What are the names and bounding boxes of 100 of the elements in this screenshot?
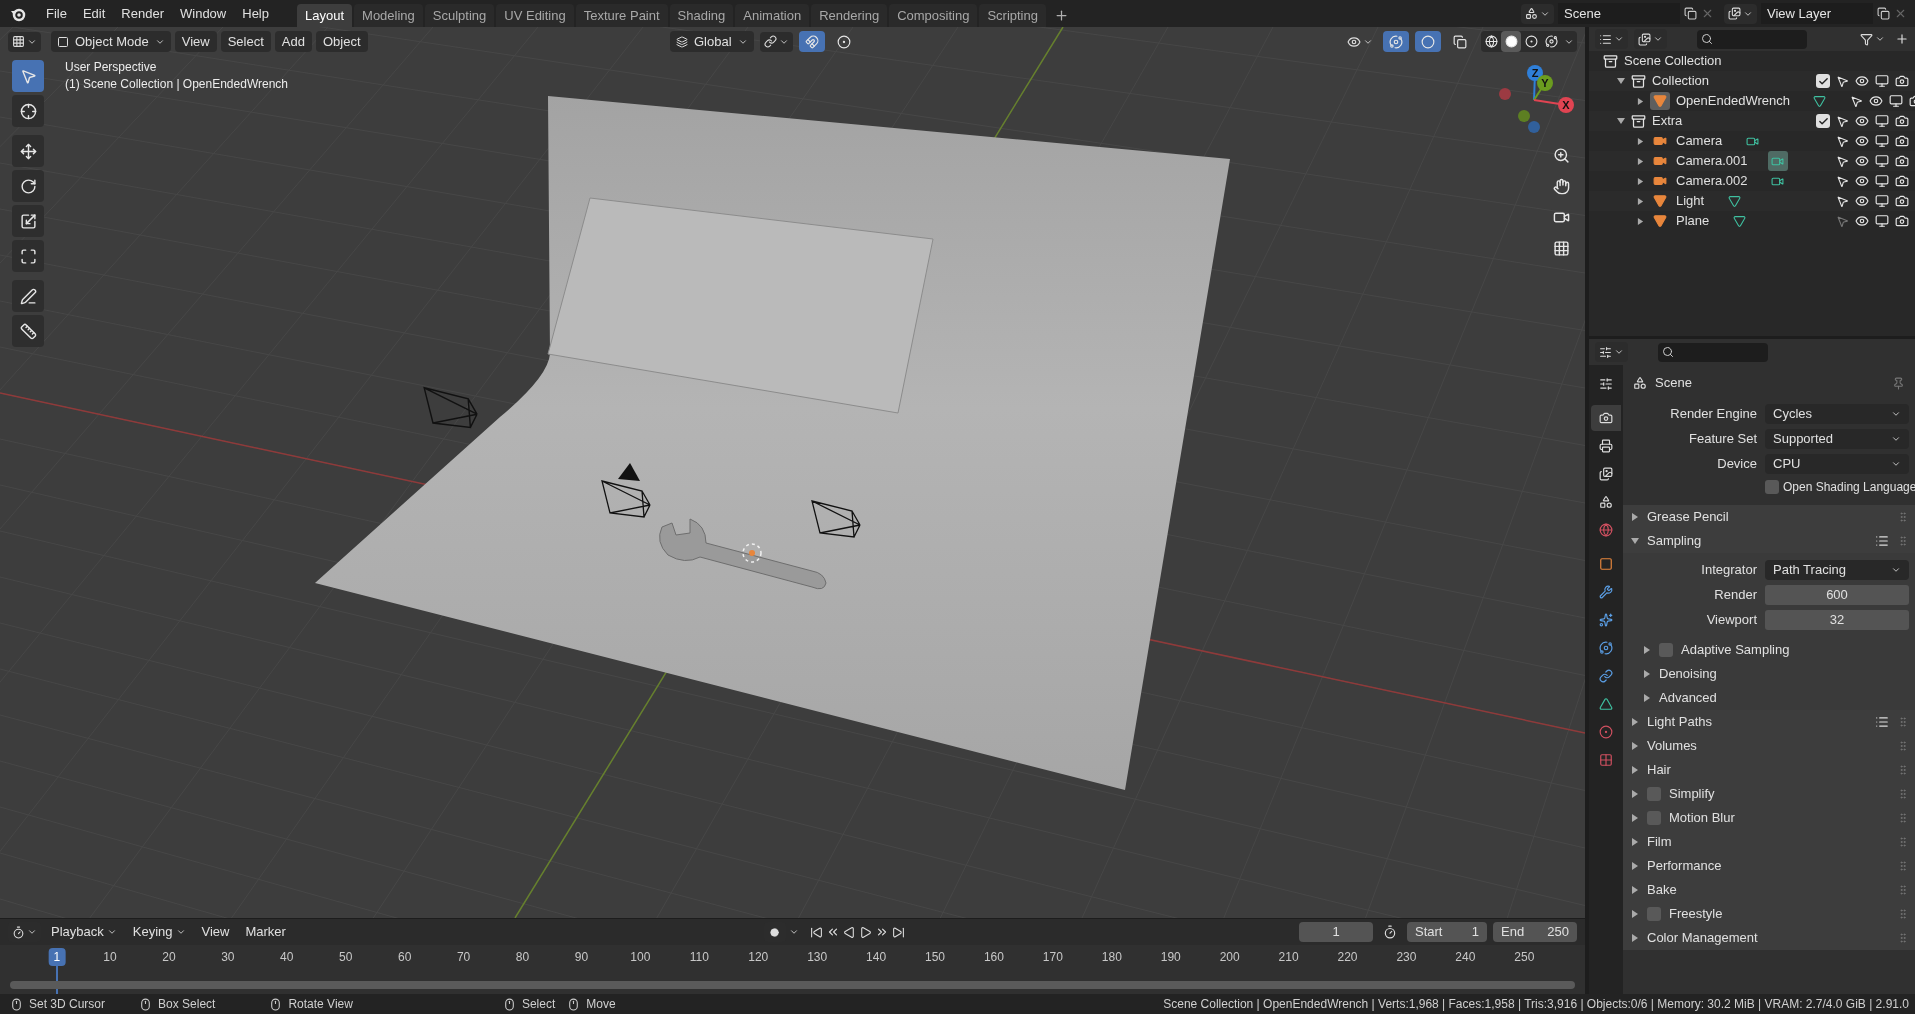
field-label: Device bbox=[1716, 454, 1758, 473]
workspace-tab[interactable]: UV Editing bbox=[496, 4, 574, 27]
workspace-tab[interactable]: Scripting bbox=[979, 4, 1046, 27]
menu-item[interactable]: Keying bbox=[126, 922, 192, 942]
frame-label: 220 bbox=[1336, 949, 1359, 966]
outliner-item[interactable]: Plane bbox=[1676, 211, 1710, 231]
subpanel-title[interactable]: Advanced bbox=[1659, 688, 1717, 708]
axis-label: Z bbox=[1531, 67, 1539, 79]
field-label: Viewport bbox=[1705, 610, 1758, 629]
menu-item[interactable]: Render bbox=[113, 2, 172, 25]
frame-label: 200 bbox=[1218, 949, 1241, 966]
panel-title[interactable]: Simplify bbox=[1669, 784, 1715, 804]
outliner-item[interactable]: Camera bbox=[1676, 131, 1723, 151]
viewport-info-text: User Perspective bbox=[65, 59, 158, 76]
subpanel-title[interactable]: Adaptive Sampling bbox=[1681, 640, 1790, 660]
workspace-tab[interactable]: Sculpting bbox=[424, 4, 495, 27]
field-value: 250 bbox=[1547, 923, 1569, 942]
status-hint: Move bbox=[586, 996, 616, 1013]
frame-label: 160 bbox=[982, 949, 1005, 966]
dropdown[interactable]: Path Tracing bbox=[1765, 559, 1909, 580]
frame-label: 130 bbox=[806, 949, 829, 966]
frame-label: 110 bbox=[688, 949, 710, 966]
workspace-tab[interactable]: Animation bbox=[735, 4, 810, 27]
status-stats: Scene Collection | OpenEndedWrench | Verts:1,968 | Faces:1,958 | Tris:3,916 | Objects:0/6 | Memory: 30.2 MiB | VRAM: 2.7/4.0 GiB | 2.91.0 bbox=[1163, 996, 1909, 1013]
frame-label: 120 bbox=[747, 949, 770, 966]
frame-label: 1 bbox=[48, 948, 66, 966]
panel-title[interactable]: Light Paths bbox=[1647, 712, 1713, 732]
frame-label: 50 bbox=[338, 949, 354, 966]
panel-title[interactable]: Film bbox=[1647, 832, 1672, 852]
axis-label: Y bbox=[1541, 77, 1549, 89]
frame-label: 150 bbox=[924, 949, 947, 966]
orientation-dropdown[interactable]: Global bbox=[670, 31, 754, 52]
subpanel-title[interactable]: Denoising bbox=[1659, 664, 1717, 684]
menu-item[interactable]: Object bbox=[315, 31, 368, 52]
workspace-tab[interactable]: Shading bbox=[669, 4, 734, 27]
end-frame-field[interactable]: End 250 bbox=[1493, 922, 1577, 942]
workspace-tab[interactable]: Modeling bbox=[354, 4, 423, 27]
current-frame-field[interactable]: 1 bbox=[1299, 922, 1373, 942]
field-label: End bbox=[1501, 923, 1525, 942]
frame-label: 170 bbox=[1041, 949, 1064, 966]
frame-label: 190 bbox=[1159, 949, 1182, 966]
field-label: Render bbox=[1713, 585, 1758, 604]
menu-item[interactable]: View bbox=[174, 31, 217, 52]
frame-label: 80 bbox=[514, 949, 531, 966]
frame-label: 30 bbox=[220, 949, 236, 966]
outliner-item[interactable]: Collection bbox=[1652, 71, 1710, 91]
status-hint: Rotate View bbox=[288, 996, 353, 1013]
panel-title[interactable]: Freestyle bbox=[1669, 904, 1723, 924]
menu-item[interactable]: Window bbox=[172, 2, 235, 25]
outliner-item[interactable]: Extra bbox=[1652, 111, 1683, 131]
workspace-tab[interactable]: Compositing bbox=[889, 4, 978, 27]
menu-item[interactable]: Add bbox=[274, 31, 312, 52]
frame-label: 10 bbox=[102, 949, 118, 966]
menu-item[interactable]: Playback bbox=[45, 922, 123, 942]
workspace-tab[interactable]: Texture Paint bbox=[575, 4, 668, 27]
outliner-item[interactable]: Camera.001 bbox=[1676, 151, 1748, 171]
panel-title[interactable]: Hair bbox=[1647, 760, 1671, 780]
dropdown[interactable]: CPU bbox=[1765, 453, 1909, 474]
workspace-tab[interactable]: Layout bbox=[297, 4, 353, 27]
dropdown[interactable]: Supported bbox=[1765, 428, 1909, 449]
frame-label: 210 bbox=[1277, 949, 1300, 966]
panel-title[interactable]: Volumes bbox=[1647, 736, 1697, 756]
menu-item[interactable]: View bbox=[195, 922, 236, 942]
start-frame-field[interactable]: Start 1 bbox=[1407, 922, 1487, 942]
field-label: Integrator bbox=[1700, 560, 1758, 579]
frame-label: 20 bbox=[161, 949, 177, 966]
field-label: Start bbox=[1415, 923, 1443, 942]
outliner-item[interactable]: OpenEndedWrench bbox=[1676, 91, 1790, 111]
dropdown[interactable]: Cycles bbox=[1765, 403, 1909, 424]
view-layer-field[interactable]: View Layer bbox=[1761, 3, 1873, 24]
mode-dropdown[interactable]: Object Mode bbox=[51, 31, 171, 52]
menu-item[interactable]: Edit bbox=[74, 2, 114, 25]
frame-label: 250 bbox=[1513, 949, 1536, 966]
menu-item[interactable]: Marker bbox=[239, 922, 292, 942]
frame-label: 180 bbox=[1100, 949, 1123, 966]
menu-item[interactable]: Help bbox=[234, 2, 277, 25]
frame-label: 90 bbox=[573, 949, 590, 966]
number-field[interactable]: 600 bbox=[1765, 584, 1909, 605]
frame-label: 140 bbox=[865, 949, 888, 966]
outliner-item[interactable]: Camera.002 bbox=[1676, 171, 1748, 191]
menu-item[interactable]: File bbox=[38, 2, 75, 25]
panel-title[interactable]: Bake bbox=[1647, 880, 1677, 900]
field-value: 1 bbox=[1471, 923, 1479, 942]
scene-field[interactable]: Scene bbox=[1558, 3, 1680, 24]
panel-title[interactable]: Sampling bbox=[1647, 531, 1702, 551]
outliner-item[interactable]: Light bbox=[1676, 191, 1705, 211]
frame-label: 240 bbox=[1454, 949, 1477, 966]
context-title: Scene bbox=[1655, 374, 1692, 393]
field-label: Feature Set bbox=[1688, 429, 1758, 448]
workspace-tab[interactable]: Rendering bbox=[811, 4, 888, 27]
frame-label: 60 bbox=[396, 949, 413, 966]
frame-label: 40 bbox=[279, 949, 295, 966]
menu-item[interactable]: Select bbox=[220, 31, 271, 52]
viewport-info-text: (1) Scene Collection | OpenEndedWrench bbox=[65, 76, 289, 93]
frame-label: 100 bbox=[629, 949, 652, 966]
outliner-item[interactable]: Scene Collection bbox=[1624, 51, 1722, 71]
panel-title[interactable]: Motion Blur bbox=[1669, 808, 1735, 828]
number-field[interactable]: 32 bbox=[1765, 609, 1909, 630]
status-hint: Box Select bbox=[158, 996, 216, 1013]
frame-label: 230 bbox=[1395, 949, 1418, 966]
